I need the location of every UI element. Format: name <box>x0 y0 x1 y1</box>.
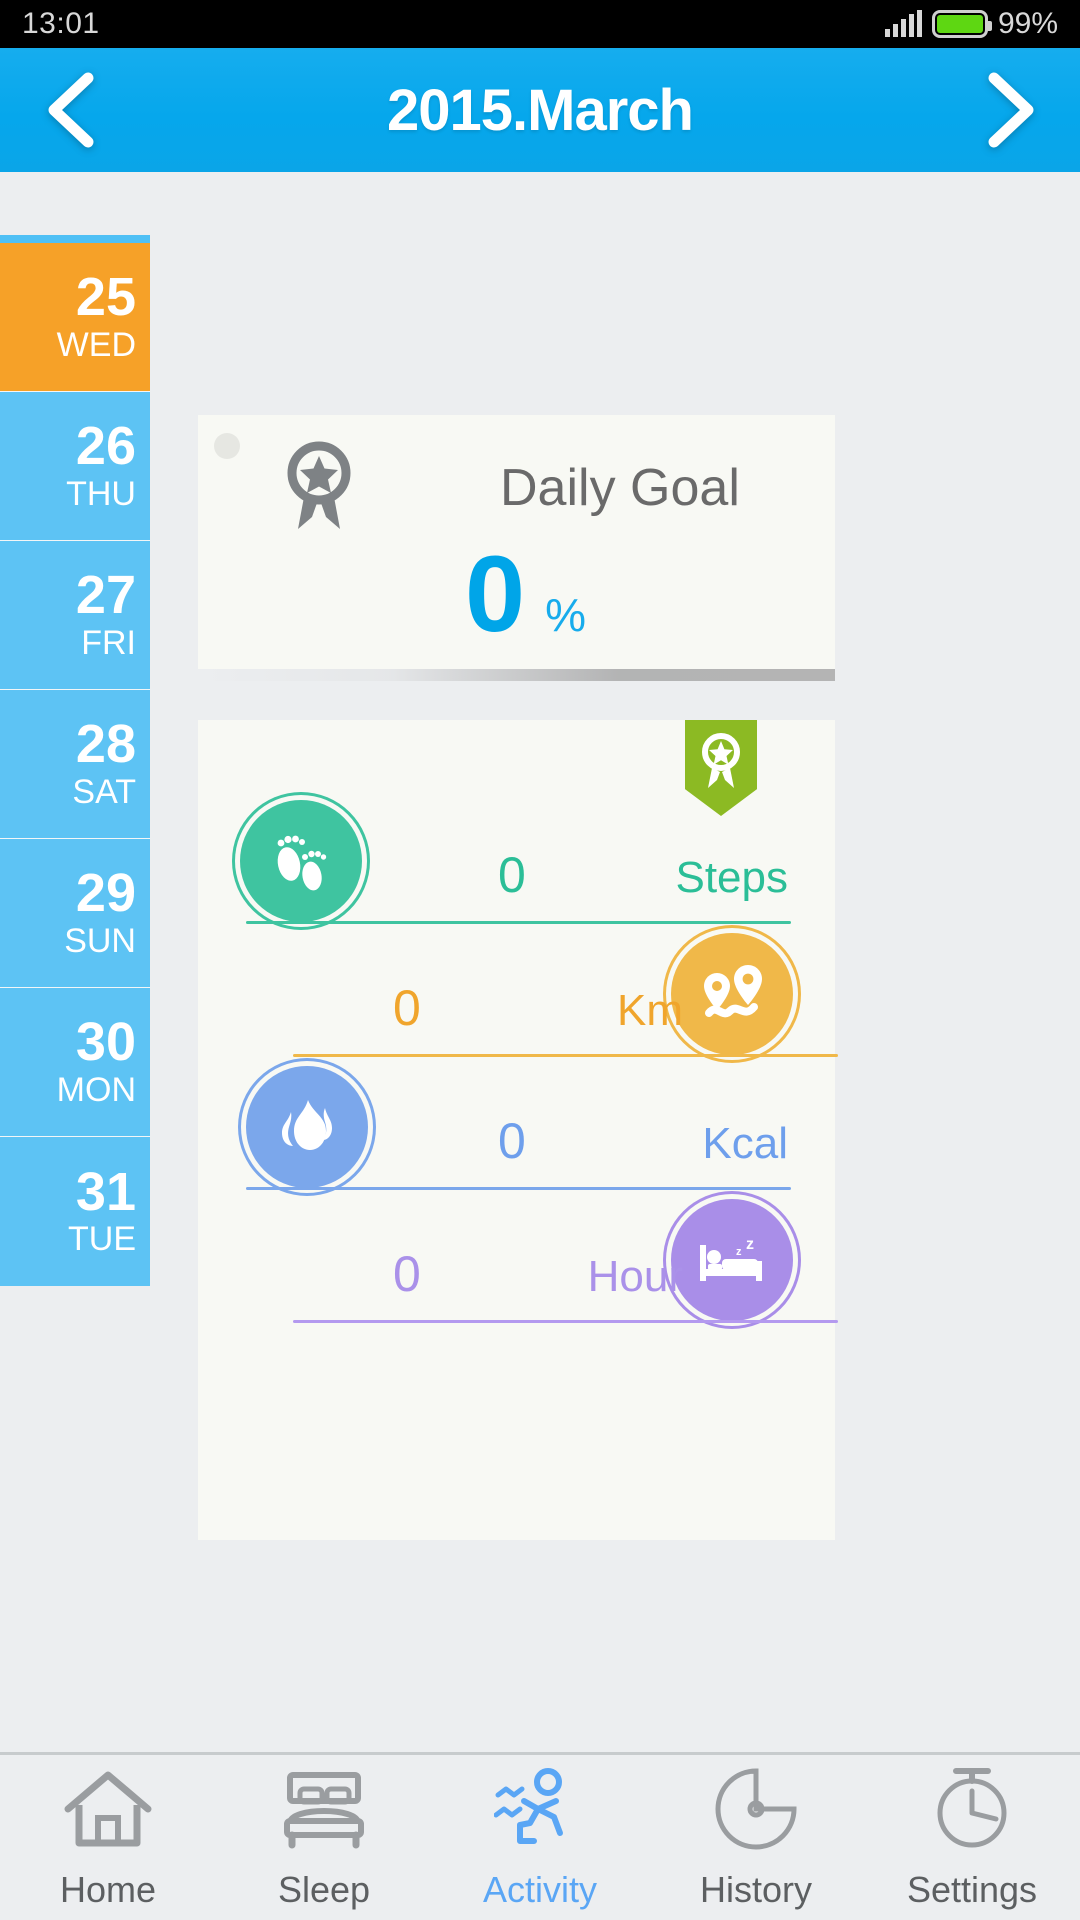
date-sidebar-cap <box>0 235 150 243</box>
metric-unit: Steps <box>675 853 788 902</box>
month-header: 2015.March <box>0 48 1080 172</box>
metric-row-sleep[interactable]: z z 0 Hour <box>198 1185 838 1335</box>
date-weekday: WED <box>56 325 136 364</box>
battery-icon <box>931 10 992 38</box>
metric-progress-line <box>293 1320 838 1323</box>
date-item-30[interactable]: 30 MON <box>0 988 150 1137</box>
metric-row-steps[interactable]: 0 Steps <box>198 786 835 936</box>
daily-goal-value: 0 <box>465 533 526 654</box>
date-number: 29 <box>75 863 136 924</box>
tab-label: History <box>699 1868 812 1910</box>
date-weekday: FRI <box>81 623 136 662</box>
tab-label: Home <box>59 1868 157 1910</box>
date-item-25[interactable]: 25 WED <box>0 243 150 392</box>
main-content: 25 WED 26 THU 27 FRI 28 SAT 29 SUN 30 MO… <box>0 172 1080 1744</box>
tab-label: Sleep <box>277 1868 371 1910</box>
bed-sleep-icon: z z <box>671 1199 793 1321</box>
date-number: 28 <box>75 714 136 775</box>
date-item-27[interactable]: 27 FRI <box>0 541 150 690</box>
tab-settings[interactable]: Settings <box>864 1755 1080 1920</box>
metrics-card: 0 Steps 0 Km 0 Kcal z z 0 Hour <box>198 720 838 1540</box>
metric-value: 0 <box>393 1246 421 1302</box>
daily-goal-unit: % <box>545 589 586 641</box>
prev-month-button[interactable] <box>40 72 102 148</box>
tab-history[interactable]: History <box>648 1755 864 1920</box>
route-map-pins-icon <box>671 933 793 1055</box>
daily-goal-title: Daily Goal <box>500 458 740 517</box>
medal-star-icon <box>276 437 362 538</box>
tab-activity[interactable]: Activity <box>432 1755 648 1920</box>
date-item-29[interactable]: 29 SUN <box>0 839 150 988</box>
card-dot-indicator <box>214 433 240 459</box>
svg-text:z: z <box>736 1246 742 1258</box>
next-month-button[interactable] <box>978 72 1040 148</box>
tab-label: Activity <box>482 1868 597 1910</box>
metric-row-distance[interactable]: 0 Km <box>198 919 838 1069</box>
metric-value: 0 <box>393 980 421 1036</box>
metric-values-sleep: 0 Hour <box>393 1245 683 1303</box>
metric-unit: Kcal <box>702 1119 788 1168</box>
house-icon <box>62 1765 154 1853</box>
metric-unit: Km <box>617 986 683 1035</box>
date-item-28[interactable]: 28 SAT <box>0 690 150 839</box>
date-item-26[interactable]: 26 THU <box>0 392 150 541</box>
metric-values-distance: 0 Km <box>393 979 683 1037</box>
date-number: 31 <box>75 1161 136 1222</box>
running-icon <box>494 1765 586 1853</box>
tab-label: Settings <box>906 1868 1038 1910</box>
date-sidebar: 25 WED 26 THU 27 FRI 28 SAT 29 SUN 30 MO… <box>0 235 150 1286</box>
daily-goal-value-row: 0 % <box>198 540 835 648</box>
tab-home[interactable]: Home <box>0 1755 216 1920</box>
stopwatch-icon <box>926 1765 1018 1853</box>
date-item-31[interactable]: 31 TUE <box>0 1137 150 1286</box>
date-weekday: SAT <box>72 772 136 811</box>
date-weekday: MON <box>56 1070 136 1109</box>
daily-goal-card[interactable]: Daily Goal 0 % <box>198 415 835 669</box>
date-number: 25 <box>75 267 136 328</box>
date-number: 30 <box>75 1012 136 1073</box>
metric-values-steps: 0 Steps <box>498 846 788 904</box>
bottom-tab-bar: Home Sleep Activity History Settings <box>0 1752 1080 1920</box>
date-weekday: THU <box>66 474 136 513</box>
status-bar: 13:01 99% <box>0 0 1080 48</box>
status-bar-right: 99% <box>884 7 1058 41</box>
footprints-icon <box>240 800 362 922</box>
svg-text:z: z <box>746 1236 754 1253</box>
tab-sleep[interactable]: Sleep <box>216 1755 432 1920</box>
metric-value: 0 <box>498 1113 526 1169</box>
battery-percent-label: 99% <box>997 7 1058 40</box>
daily-goal-header: Daily Goal <box>198 415 835 538</box>
metric-unit: Hour <box>587 1252 683 1301</box>
page-title: 2015.March <box>387 77 694 143</box>
date-number: 27 <box>75 565 136 626</box>
metric-row-calories[interactable]: 0 Kcal <box>198 1052 835 1202</box>
metric-value: 0 <box>498 847 526 903</box>
pie-clock-icon <box>710 1765 802 1853</box>
status-bar-time: 13:01 <box>22 7 100 40</box>
date-weekday: TUE <box>68 1220 136 1259</box>
metric-values-calories: 0 Kcal <box>498 1112 788 1170</box>
bed-icon <box>278 1765 370 1853</box>
date-number: 26 <box>75 416 136 477</box>
flame-icon <box>246 1066 368 1188</box>
date-weekday: SUN <box>64 921 136 960</box>
card-shadow <box>198 669 835 681</box>
signal-bars-icon <box>884 10 922 37</box>
